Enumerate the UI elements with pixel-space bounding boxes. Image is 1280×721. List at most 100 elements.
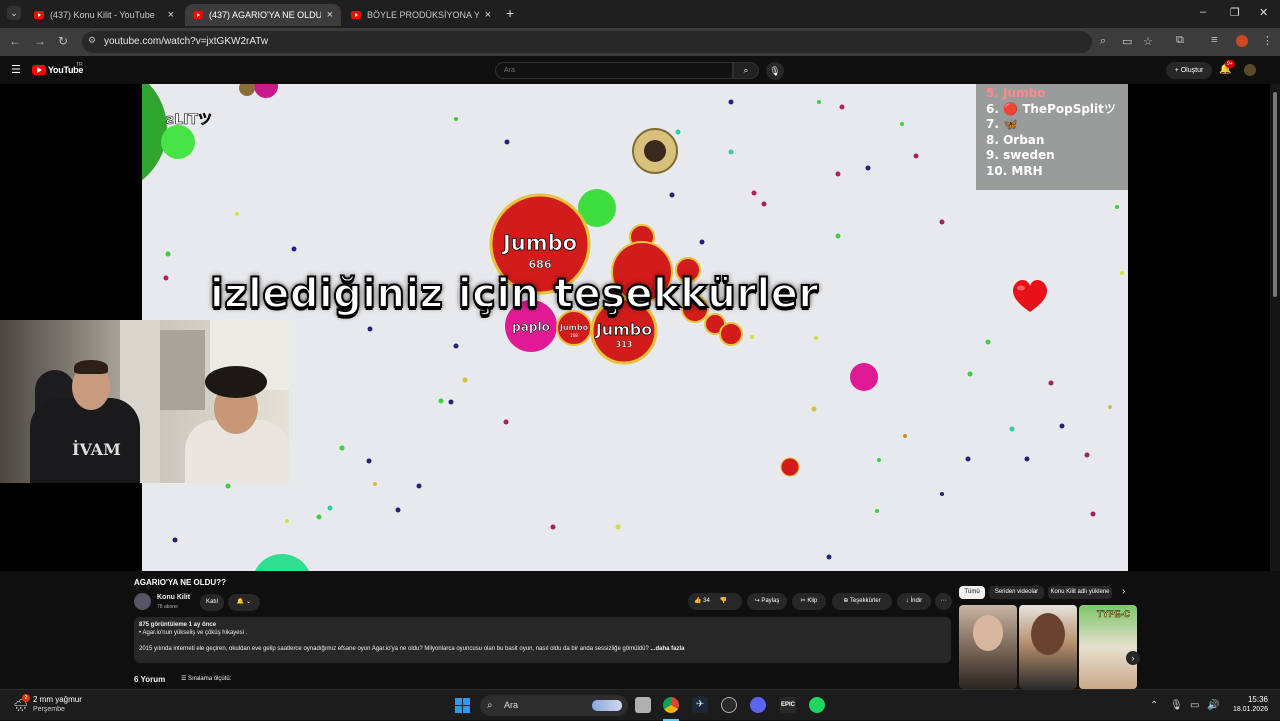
tab-title: (437) Konu Kilit - YouTube: [50, 10, 155, 20]
create-button[interactable]: + Oluştur: [1166, 62, 1212, 79]
video-info-section: AGARIO'YA NE OLDU?? Konu Kilit 78 abone …: [0, 571, 1280, 689]
thanks-label: Teşekkürler: [849, 598, 881, 604]
hamburger-menu-icon[interactable]: ☰: [11, 63, 21, 76]
app-icon[interactable]: [721, 697, 737, 713]
weather-badge: 2: [22, 694, 30, 702]
zoom-icon[interactable]: ⌕: [1100, 35, 1106, 48]
thumbs-up-icon[interactable]: 👍: [694, 598, 703, 604]
reading-list-icon[interactable]: ≡: [1211, 34, 1217, 46]
chip-all[interactable]: Tümü: [959, 586, 985, 599]
extensions-icon[interactable]: ⧉: [1176, 34, 1184, 47]
scrollbar-thumb[interactable]: [1273, 92, 1277, 297]
back-icon[interactable]: ←: [9, 34, 21, 48]
task-view-icon[interactable]: [635, 697, 651, 713]
share-button[interactable]: ↪ Paylaş: [747, 593, 787, 610]
share-label: Paylaş: [761, 598, 780, 604]
channel-avatar[interactable]: [134, 593, 151, 610]
person-right-hair: [205, 366, 267, 398]
steam-icon[interactable]: ✈: [692, 697, 708, 713]
network-icon[interactable]: ▭: [1190, 700, 1199, 711]
magenta-cell: [850, 363, 878, 391]
video-title: AGARIO'YA NE OLDU??: [134, 578, 226, 587]
tab-konu-kilit[interactable]: (437) Konu Kilit - YouTube ×: [26, 4, 182, 26]
url-text: youtube.com/watch?v=jxtGKW2rATw: [104, 36, 269, 47]
site-info-icon[interactable]: ⚙: [88, 35, 96, 46]
window-close-icon[interactable]: ✕: [1259, 6, 1268, 19]
account-avatar[interactable]: [1244, 64, 1256, 76]
cast-icon[interactable]: ▭: [1122, 35, 1132, 48]
channel-name[interactable]: Konu Kilit: [157, 594, 190, 601]
next-arrow-icon[interactable]: ›: [1126, 651, 1140, 665]
chip-series-videos[interactable]: Seriden videolar: [989, 586, 1044, 599]
clip-button[interactable]: ✂ Klip: [792, 593, 826, 610]
maximize-icon[interactable]: ❐: [1230, 6, 1240, 19]
sort-label: Sıralama ölçütü:: [188, 676, 232, 682]
more-actions-icon[interactable]: ⋯: [935, 593, 952, 610]
paplo-name: paplo: [512, 320, 550, 334]
forward-icon[interactable]: →: [34, 34, 46, 48]
sort-comments-button[interactable]: ☰ Sıralama ölçütü:: [181, 675, 231, 682]
new-tab-icon[interactable]: +: [506, 5, 514, 21]
profile-avatar[interactable]: [1236, 35, 1248, 47]
weather-text[interactable]: 2 mm yağmur: [33, 695, 82, 704]
close-tab-icon[interactable]: ×: [485, 9, 491, 21]
leaderboard-entry: 10. MRH: [986, 163, 1043, 178]
leaderboard-entry: 9. sweden: [986, 148, 1055, 162]
recommended-thumbnail[interactable]: [959, 605, 1017, 689]
description-box[interactable]: 875 görüntüleme 1 ay önce • Agar.io'nun …: [134, 617, 951, 663]
address-bar[interactable]: ⚙ youtube.com/watch?v=jxtGKW2rATw ⌕ ▭ ☆: [82, 31, 1153, 53]
jumbo-mid-mass: 313: [616, 340, 633, 349]
sort-icon: ☰: [181, 676, 189, 682]
tray-chevron-up-icon[interactable]: ⌃: [1150, 700, 1158, 711]
windows-start-icon[interactable]: [455, 698, 470, 713]
spotify-icon[interactable]: [809, 697, 825, 713]
recommended-thumbnail[interactable]: [1019, 605, 1077, 689]
subscribed-bell-button[interactable]: 🔔 ⌄: [228, 594, 260, 611]
recommended-thumbnail[interactable]: TYPE-C: [1079, 605, 1137, 689]
microphone-icon[interactable]: 🎙: [766, 62, 784, 80]
bookmark-star-icon[interactable]: ☆: [1143, 35, 1153, 48]
chrome-menu-icon[interactable]: ⋮: [1262, 34, 1273, 47]
spider-body: [644, 140, 666, 162]
browser-toolbar: ← → ↻ ⚙ youtube.com/watch?v=jxtGKW2rATw …: [0, 28, 1280, 56]
join-button[interactable]: Katıl: [200, 594, 224, 611]
youtube-logo-icon[interactable]: [32, 65, 46, 75]
clock-date[interactable]: 18.01.2026: [1226, 706, 1268, 713]
like-count[interactable]: 34: [703, 598, 710, 604]
taskbar-search[interactable]: ⌕ Ara: [480, 695, 628, 716]
video-player[interactable]: Jumbo 686 Jumbo 313 paplo Jumbo 168 ƨLIT…: [0, 84, 1270, 571]
minimize-icon[interactable]: –: [1200, 6, 1206, 18]
leaderboard-entry: 8. Orban: [986, 132, 1045, 147]
show-more-link[interactable]: ...daha fazla: [650, 646, 684, 652]
weather-day: Perşembe: [33, 706, 65, 713]
download-button[interactable]: ↓ İndir: [897, 593, 931, 610]
discord-icon[interactable]: [750, 697, 766, 713]
search-highlight-image: [592, 700, 622, 711]
clock-time[interactable]: 15:36: [1240, 695, 1268, 704]
thanks-button[interactable]: ⊕ Teşekkürler: [832, 593, 892, 610]
comment-count: 6 Yorum: [134, 675, 166, 684]
tab-agario[interactable]: (437) AGARIO'YA NE OLDU?? - ×: [185, 4, 341, 26]
webcam-overlay: İVAM: [0, 320, 289, 483]
chrome-taskbar-icon[interactable]: [663, 697, 679, 713]
reload-icon[interactable]: ↻: [58, 34, 68, 48]
tab-produksiyon[interactable]: BÖYLE PRODÜKSİYONA YAPILA ×: [343, 4, 499, 26]
chip-channel-uploads[interactable]: Konu Kilit adlı yüklene: [1048, 586, 1112, 599]
close-tab-icon[interactable]: ×: [168, 9, 174, 21]
chevron-right-icon[interactable]: ›: [1122, 586, 1125, 597]
like-dislike-group: 👍 34 👎: [688, 593, 742, 610]
microphone-tray-icon[interactable]: 🎙: [1170, 700, 1183, 711]
epic-games-icon[interactable]: EPIC: [780, 697, 796, 713]
description-text: 2015 yılında interneti ele geçiren, okul…: [139, 646, 649, 652]
close-tab-icon[interactable]: ×: [327, 9, 333, 21]
taskbar-search-label: Ara: [504, 700, 519, 710]
youtube-search-input[interactable]: Ara: [495, 62, 733, 79]
create-label: Oluştur: [1180, 67, 1204, 74]
youtube-favicon-icon: [351, 11, 361, 19]
tab-title: BÖYLE PRODÜKSİYONA YAPILA: [367, 10, 479, 20]
volume-icon[interactable]: 🔊: [1207, 700, 1219, 711]
jumbo-big-mass: 686: [529, 258, 552, 271]
thumbs-down-icon[interactable]: 👎: [720, 598, 727, 604]
tab-search-icon[interactable]: ⌄: [7, 6, 21, 20]
search-icon[interactable]: ⌕: [733, 62, 759, 79]
